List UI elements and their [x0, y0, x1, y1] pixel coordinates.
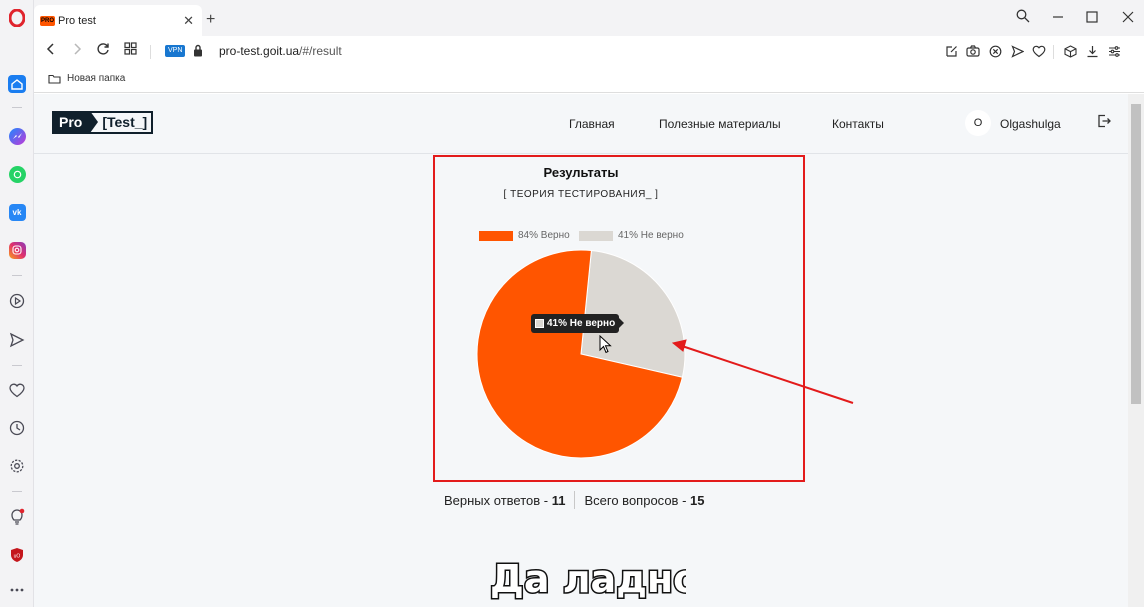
correct-answers-value: 11 [551, 492, 566, 508]
address-bar: VPN pro-test.goit.ua/#/result [34, 36, 1144, 66]
vk-icon[interactable]: vk [7, 202, 27, 222]
reload-icon[interactable] [96, 42, 110, 60]
bookmark-folder[interactable]: Новая папка [48, 73, 125, 84]
bookmark-heart-icon[interactable] [1032, 44, 1046, 58]
tab-strip: PRO Pro test ✕ + [34, 0, 1144, 36]
vpn-badge[interactable]: VPN [165, 45, 186, 57]
lightbulb-icon[interactable] [7, 507, 27, 527]
page-scrollbar[interactable] [1128, 94, 1144, 607]
total-questions-value: 15 [690, 492, 705, 508]
annotation-arrow [671, 339, 854, 404]
tab-title: Pro test [58, 14, 96, 27]
bookmark-folder-label: Новая папка [67, 73, 126, 84]
url-path: /#/result [299, 44, 342, 58]
extensions-cube-icon[interactable] [1063, 44, 1077, 58]
svg-text:uO: uO [14, 554, 21, 560]
correct-answers-label: Верных ответов - [444, 492, 552, 508]
sidebar-divider [12, 275, 22, 276]
settings-gear-icon[interactable] [7, 456, 27, 476]
total-questions-stat: Всего вопросов - 15 [584, 493, 704, 508]
send-icon[interactable] [7, 330, 27, 350]
sidebar-divider [12, 365, 22, 366]
search-tabs-icon[interactable] [1016, 9, 1030, 26]
tab-close-icon[interactable]: ✕ [183, 13, 194, 29]
browser-sidebar: vk uO [0, 0, 34, 607]
bookmarks-bar: Новая папка [34, 66, 1144, 93]
minimize-window-icon[interactable] [1052, 10, 1064, 26]
sidebar-divider [12, 107, 22, 108]
stats-divider [574, 491, 576, 509]
instagram-icon[interactable] [7, 240, 27, 260]
url-host: pro-test.goit.ua [219, 44, 300, 58]
sticker-text: Да ладно [490, 557, 686, 601]
heart-icon[interactable] [7, 380, 27, 400]
scrollbar-thumb[interactable] [1131, 104, 1141, 404]
lock-icon[interactable] [193, 44, 203, 60]
player-icon[interactable] [7, 291, 27, 311]
maximize-window-icon[interactable] [1086, 10, 1098, 26]
adblock-shield-icon[interactable] [988, 44, 1002, 58]
download-icon[interactable] [1085, 44, 1099, 58]
opera-logo-icon[interactable] [7, 8, 27, 28]
forward-arrow-icon[interactable] [70, 42, 84, 60]
send-page-icon[interactable] [1010, 44, 1024, 58]
messenger-icon[interactable] [7, 126, 27, 146]
close-window-icon[interactable] [1122, 10, 1134, 26]
new-tab-plus-icon[interactable]: + [206, 11, 215, 29]
address-divider [150, 45, 151, 59]
results-stats: Верных ответов - 11 Всего вопросов - 15 [444, 491, 704, 509]
da-ladno-sticker: Да ладно [489, 556, 687, 603]
speed-dial-home-icon[interactable] [7, 74, 27, 94]
tab-pro-test[interactable]: PRO Pro test ✕ [34, 5, 202, 36]
back-arrow-icon[interactable] [44, 42, 58, 60]
correct-answers-stat: Верных ответов - 11 [444, 493, 565, 508]
ublock-shield-icon[interactable]: uO [7, 545, 27, 565]
sidebar-divider [12, 491, 22, 492]
url-field[interactable]: pro-test.goit.ua/#/result [219, 44, 342, 58]
tabs-grid-icon[interactable] [124, 42, 137, 59]
more-dots-icon[interactable] [7, 580, 27, 600]
page-content: Pro [Test_] Главная Полезные материалы К… [34, 94, 1128, 607]
toolbar-divider [1053, 45, 1054, 59]
easy-setup-icon[interactable] [1107, 44, 1121, 58]
edit-share-icon[interactable] [944, 44, 958, 58]
total-questions-label: Всего вопросов - [584, 492, 691, 508]
pro-test-favicon-icon: PRO [40, 15, 55, 26]
history-clock-icon[interactable] [7, 418, 27, 438]
folder-icon [48, 74, 61, 84]
camera-snapshot-icon[interactable] [966, 44, 980, 58]
whatsapp-icon[interactable] [7, 164, 27, 184]
